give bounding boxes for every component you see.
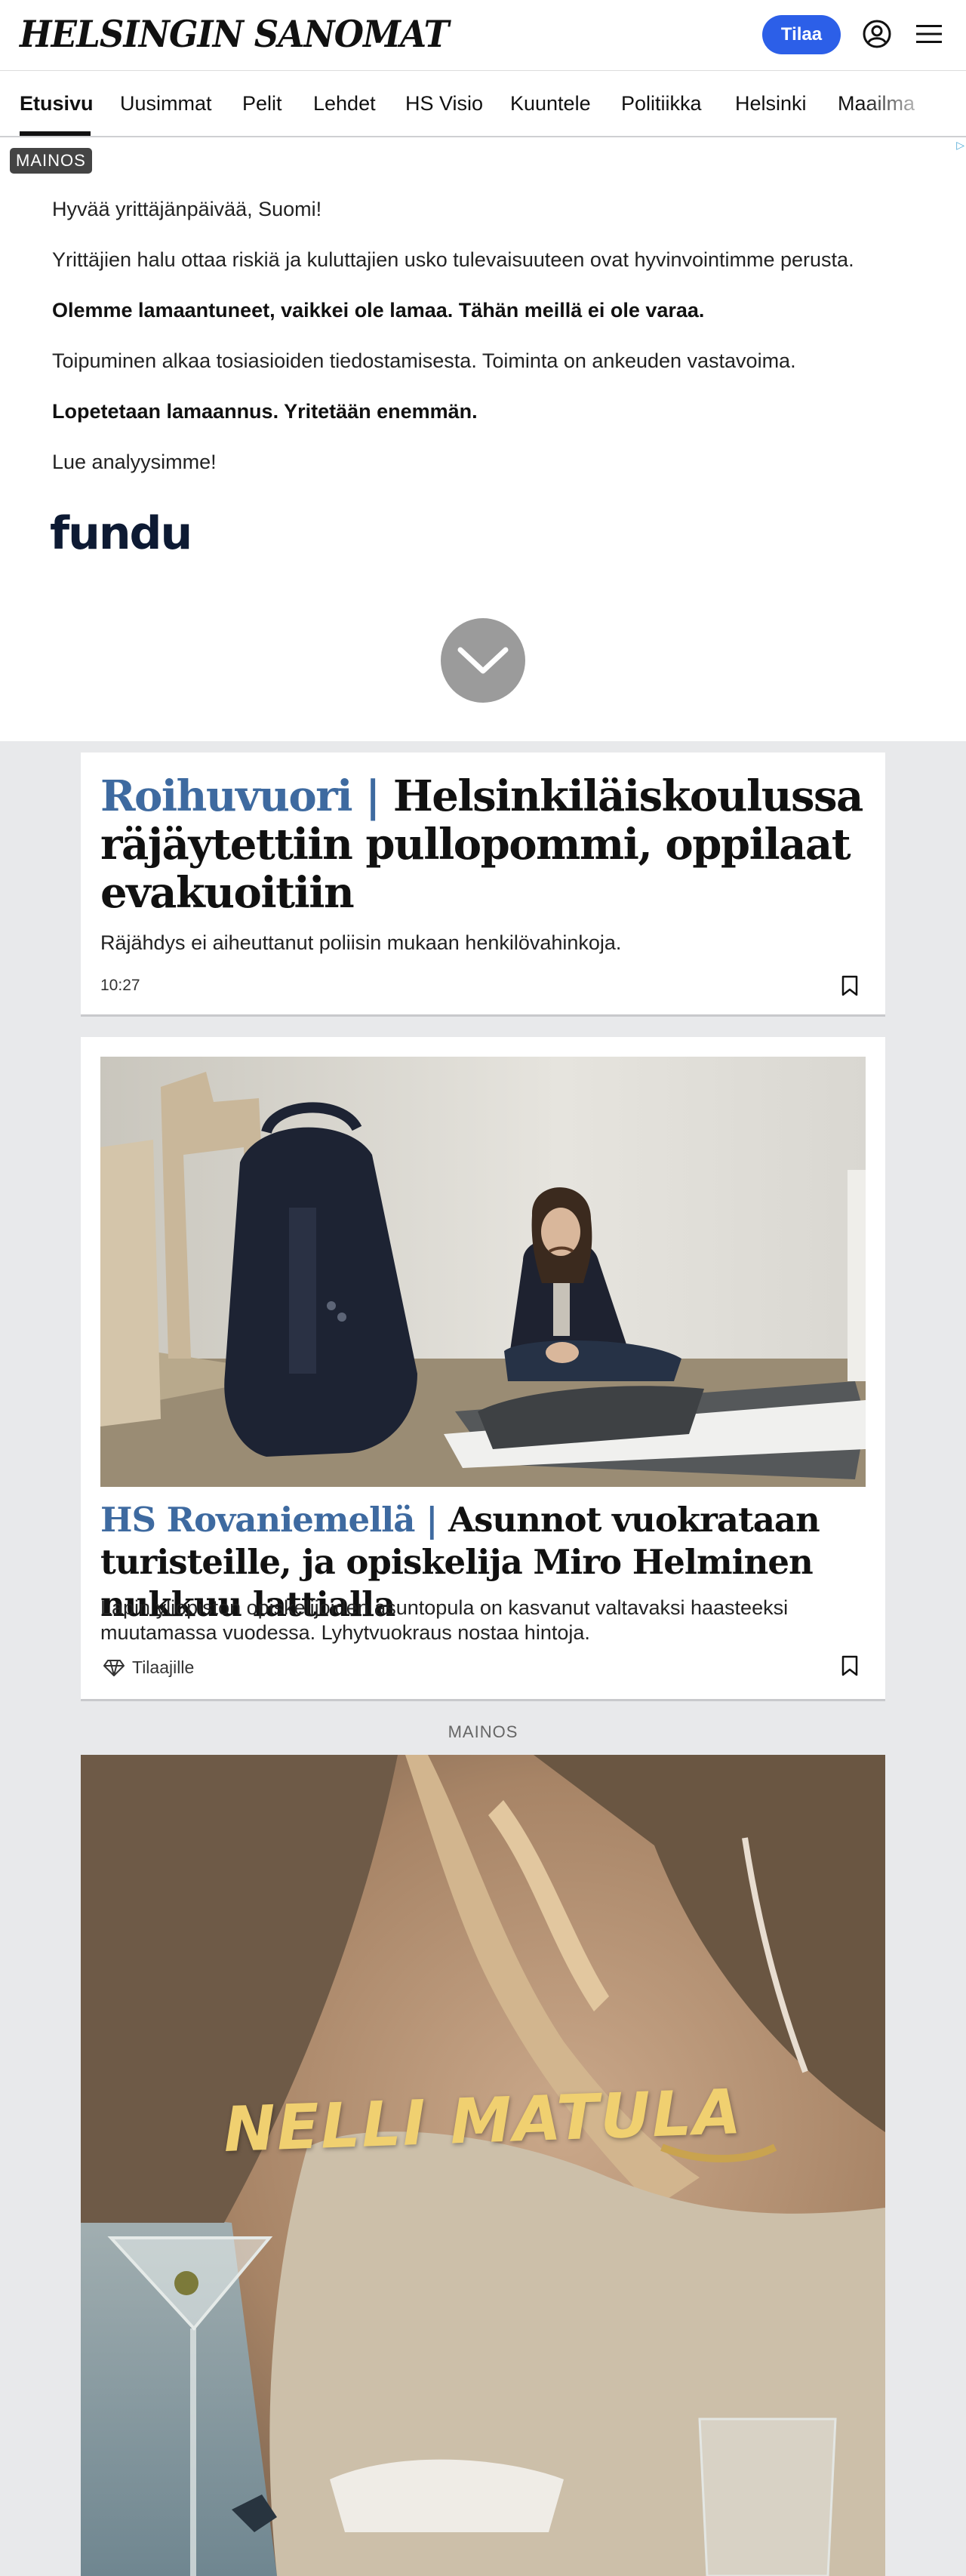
ad-text-line[interactable]: Lue analyysimme! bbox=[52, 451, 217, 474]
site-logo[interactable]: HELSINGIN SANOMAT bbox=[20, 12, 449, 56]
advertisement-banner[interactable]: MAINOS ▷ Hyvää yrittäjänpäivää, Suomi! Y… bbox=[0, 137, 966, 741]
ad-text-line: Yrittäjien halu ottaa riskiä ja kuluttaj… bbox=[52, 248, 854, 271]
subscriber-label: Tilaajille bbox=[132, 1657, 195, 1677]
subscriber-badge: Tilaajille bbox=[103, 1657, 194, 1678]
article-headline[interactable]: Roihuvuori | Helsinkiläiskoulussa räjäyt… bbox=[100, 772, 863, 917]
article-lead: Räjähdys ei aiheuttanut poliisin mukaan … bbox=[100, 931, 622, 954]
article-timestamp: 10:27 bbox=[100, 977, 140, 994]
nav-item-hs-visio[interactable]: HS Visio bbox=[405, 92, 483, 115]
article-card[interactable]: Roihuvuori | Helsinkiläiskoulussa räjäyt… bbox=[81, 752, 885, 1017]
nav-item-politiikka[interactable]: Politiikka bbox=[621, 92, 702, 115]
ad-badge: MAINOS bbox=[10, 148, 92, 174]
bookmark-icon[interactable] bbox=[841, 974, 859, 997]
nav-item-helsinki[interactable]: Helsinki bbox=[735, 92, 807, 115]
chevron-down-icon bbox=[457, 647, 509, 674]
ad-text-line: Olemme lamaantuneet, vaikkei ole lamaa. … bbox=[52, 299, 705, 322]
expand-ad-button[interactable] bbox=[441, 618, 525, 703]
bookmark-icon[interactable] bbox=[841, 1654, 859, 1677]
article-kicker: HS Rovaniemellä | bbox=[100, 1500, 438, 1540]
diamond-icon bbox=[103, 1659, 125, 1676]
nav-item-kuuntele[interactable]: Kuuntele bbox=[510, 92, 591, 115]
article-card[interactable]: HS Rovaniemellä | Asunnot vuokrataan tur… bbox=[81, 1037, 885, 1701]
ad-brand-logo[interactable]: fundu bbox=[50, 507, 192, 560]
subscribe-button[interactable]: Tilaa bbox=[762, 15, 841, 54]
nav-item-pelit[interactable]: Pelit bbox=[242, 92, 282, 115]
section-nav: Etusivu Uusimmat Pelit Lehdet HS Visio K… bbox=[0, 71, 966, 137]
nav-fade-overlay bbox=[860, 71, 966, 136]
video-advertisement[interactable]: NELLI MATULA bbox=[81, 1755, 885, 2576]
nav-active-indicator bbox=[20, 131, 91, 136]
ad-info-icon[interactable]: ▷ bbox=[956, 139, 964, 152]
nav-item-uusimmat[interactable]: Uusimmat bbox=[120, 92, 212, 115]
site-header: HELSINGIN SANOMAT Tilaa bbox=[0, 0, 966, 71]
article-kicker: Roihuvuori | bbox=[100, 771, 380, 821]
ad-text-line: Toipuminen alkaa tosiasioiden tiedostami… bbox=[52, 349, 796, 372]
article-image[interactable] bbox=[100, 1057, 866, 1487]
nav-item-lehdet[interactable]: Lehdet bbox=[313, 92, 376, 115]
hamburger-menu-icon[interactable] bbox=[916, 23, 942, 45]
article-photo bbox=[100, 1057, 866, 1487]
ad-label: MAINOS bbox=[448, 1722, 518, 1741]
article-lead: Lapin yliopiston opiskelijoiden asuntopu… bbox=[100, 1596, 789, 1644]
ad-text-line: Lopetetaan lamaannus. Yritetään enemmän. bbox=[52, 400, 478, 423]
user-account-icon[interactable] bbox=[862, 19, 892, 49]
nav-item-etusivu[interactable]: Etusivu bbox=[20, 92, 94, 115]
ad-text-line: Hyvää yrittäjänpäivää, Suomi! bbox=[52, 198, 322, 220]
